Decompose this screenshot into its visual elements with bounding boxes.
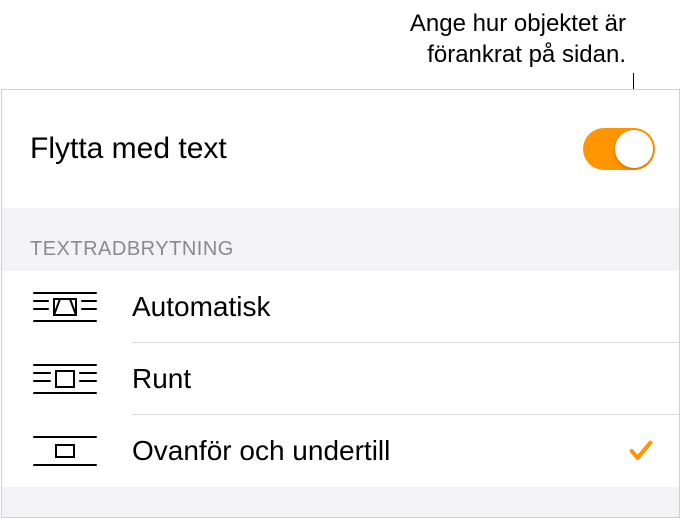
- wrap-around-icon: [30, 361, 100, 397]
- move-with-text-toggle[interactable]: [583, 128, 655, 170]
- callout-line-1: Ange hur objektet är: [410, 10, 626, 37]
- checkmark-icon: [627, 437, 655, 465]
- callout-line-2: förankrat på sidan.: [427, 41, 626, 68]
- arrange-panel: Flytta med text TEXTRADBRYTNING: [1, 89, 680, 518]
- wrap-option-above-below[interactable]: Ovanför och undertill: [2, 415, 679, 487]
- wrap-option-around[interactable]: Runt: [2, 343, 679, 415]
- wrap-option-label: Ovanför och undertill: [132, 435, 627, 467]
- wrap-auto-icon: [30, 289, 100, 325]
- wrap-above-below-icon: [30, 433, 100, 469]
- callout-text: Ange hur objektet är förankrat på sidan.: [410, 8, 626, 70]
- move-with-text-row: Flytta med text: [2, 90, 679, 208]
- move-with-text-label: Flytta med text: [30, 132, 227, 166]
- text-wrap-section-header: TEXTRADBRYTNING: [2, 208, 679, 271]
- wrap-option-label: Automatisk: [132, 291, 655, 323]
- toggle-knob: [615, 130, 653, 168]
- wrap-option-label: Runt: [132, 363, 655, 395]
- wrap-option-automatic[interactable]: Automatisk: [2, 271, 679, 343]
- text-wrap-list: Automatisk Runt: [2, 271, 679, 487]
